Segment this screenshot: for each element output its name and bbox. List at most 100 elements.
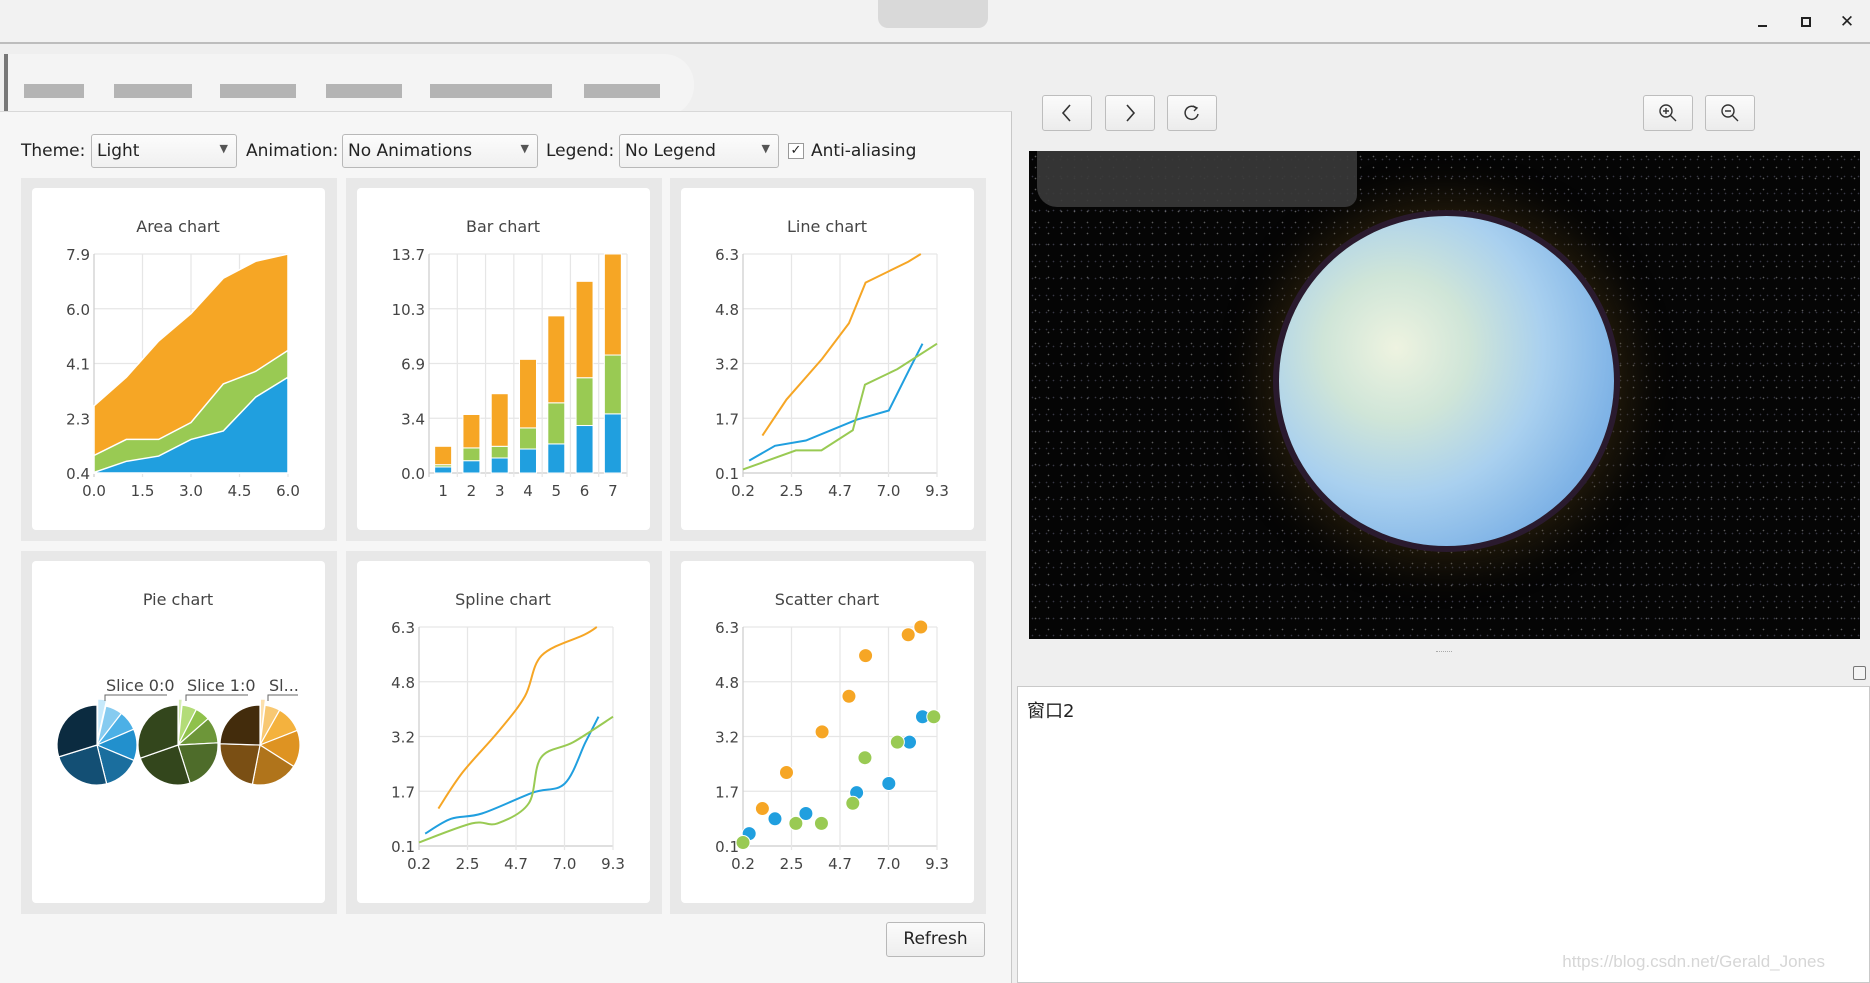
scatter-point[interactable] xyxy=(857,750,873,766)
chart-cell: Pie chart Slice 0:0 Slice 1:0 Sl... xyxy=(21,551,337,914)
x-tick-label: 6.0 xyxy=(276,482,300,500)
reload-button[interactable] xyxy=(1167,95,1217,131)
x-tick-label: 4 xyxy=(523,482,533,500)
y-tick-label: 3.4 xyxy=(401,410,425,428)
y-tick-label: 6.0 xyxy=(66,301,90,319)
legend-combobox[interactable]: No Legend ▼ xyxy=(619,134,779,168)
spline-chart-card: Spline chart 0.1 1.7 3.2 4.8 6.3 0.2 2.5 4.7 7.0 9… xyxy=(357,561,650,903)
scatter-point[interactable] xyxy=(913,619,929,635)
bar-segment[interactable] xyxy=(575,377,594,427)
scatter-point[interactable] xyxy=(881,775,897,791)
animation-value: No Animations xyxy=(348,141,473,161)
text-content: 窗口2 xyxy=(1027,701,1075,722)
zoom-in-button[interactable] xyxy=(1643,95,1693,131)
bar-segment[interactable] xyxy=(603,354,622,415)
spline-series[interactable] xyxy=(437,626,598,810)
maximize-icon[interactable] xyxy=(1794,10,1818,34)
zoom-out-button[interactable] xyxy=(1705,95,1755,131)
chevron-left-icon xyxy=(1061,104,1071,122)
y-tick-label: 10.3 xyxy=(392,301,425,319)
bar-segment[interactable] xyxy=(519,448,537,474)
scatter-point[interactable] xyxy=(814,724,830,740)
legend-value: No Legend xyxy=(625,141,716,161)
scatter-point[interactable] xyxy=(735,834,751,850)
splitter-handle[interactable] xyxy=(1436,651,1452,653)
bar-segment[interactable] xyxy=(490,393,509,447)
line-chart: Line chart 0.1 1.7 3.2 4.8 6.3 0.2 2.5 4.7 7.0 9.3 xyxy=(715,217,949,500)
dropdown-arrow-icon: ▼ xyxy=(520,142,529,155)
y-tick-label: 2.3 xyxy=(66,410,90,428)
pie-slice[interactable] xyxy=(219,704,261,746)
x-tick-label: 7.0 xyxy=(553,855,577,873)
y-tick-label: 6.9 xyxy=(401,356,425,374)
chart-title: Pie chart xyxy=(143,590,213,609)
x-tick-label: 0.2 xyxy=(407,855,431,873)
area-chart: Area chart 0.4 2.3 4.1 6.0 7.9 0.0 1.5 3.0 4.5 6.0 xyxy=(66,217,300,500)
scatter-point[interactable] xyxy=(767,811,783,827)
bar-segment[interactable] xyxy=(603,253,622,356)
bar-segment[interactable] xyxy=(547,315,566,404)
y-tick-label: 0.1 xyxy=(391,838,415,856)
text-area[interactable]: 窗口2 https://blog.csdn.net/Gerald_Jones xyxy=(1017,686,1870,983)
theme-combobox[interactable]: Light ▼ xyxy=(91,134,237,168)
scatter-point[interactable] xyxy=(889,734,905,750)
pie-slice[interactable] xyxy=(219,743,261,785)
minimize-icon[interactable] xyxy=(1751,10,1775,34)
close-icon[interactable]: ✕ xyxy=(1835,10,1859,34)
animation-combobox[interactable]: No Animations ▼ xyxy=(342,134,538,168)
slice-label: Slice 0:0 xyxy=(106,676,175,695)
x-tick-label: 4.5 xyxy=(228,482,252,500)
bar-segment[interactable] xyxy=(603,413,622,474)
x-tick-label: 4.7 xyxy=(828,482,852,500)
bar-segment[interactable] xyxy=(519,427,537,450)
scatter-point[interactable] xyxy=(778,765,794,781)
x-tick-label: 6 xyxy=(580,482,590,500)
bar-chart: Bar chart 0.0 3.4 6.9 10.3 13.7 1 2 3 4 5 6 7 xyxy=(392,217,628,500)
x-tick-label: 1 xyxy=(438,482,448,500)
line-series[interactable] xyxy=(761,253,922,437)
bar-segment[interactable] xyxy=(547,402,566,445)
scatter-point[interactable] xyxy=(900,627,916,643)
forward-button[interactable] xyxy=(1105,95,1155,131)
back-button[interactable] xyxy=(1042,95,1092,131)
bar-segment[interactable] xyxy=(434,445,453,466)
pie xyxy=(137,698,219,786)
bar-segment[interactable] xyxy=(547,443,566,474)
bar-segment[interactable] xyxy=(462,460,481,474)
bar-segment[interactable] xyxy=(519,358,537,429)
x-tick-label: 3.0 xyxy=(179,482,203,500)
chart-title: Scatter chart xyxy=(775,590,879,609)
scatter-point[interactable] xyxy=(845,795,861,811)
y-tick-label: 0.1 xyxy=(715,465,739,483)
checkmark-icon: ✓ xyxy=(790,143,802,158)
scatter-point[interactable] xyxy=(754,801,770,817)
bar-segment[interactable] xyxy=(490,445,509,459)
image-viewer[interactable] xyxy=(1029,151,1860,639)
scatter-point[interactable] xyxy=(926,709,942,725)
bar-segment[interactable] xyxy=(462,413,481,449)
scatter-point[interactable] xyxy=(858,648,874,664)
bar-segment[interactable] xyxy=(490,457,509,474)
zoom-out-icon xyxy=(1721,104,1739,122)
bar-segment[interactable] xyxy=(462,447,481,462)
bar-segment[interactable] xyxy=(575,280,594,379)
bar-segment[interactable] xyxy=(434,466,453,474)
bar-chart-card: Bar chart 0.0 3.4 6.9 10.3 13.7 1 2 3 4 5 6 7 xyxy=(357,188,650,530)
scatter-point[interactable] xyxy=(788,815,804,831)
refresh-button[interactable]: Refresh xyxy=(886,922,985,957)
chart-cell: Line chart 0.1 1.7 3.2 4.8 6.3 0.2 2.5 4.7 7.0 9.3 xyxy=(670,178,986,541)
y-tick-label: 0.4 xyxy=(66,465,90,483)
line-series[interactable] xyxy=(748,343,924,462)
x-tick-label: 2.5 xyxy=(780,855,804,873)
scatter-point[interactable] xyxy=(813,815,829,831)
legend-label: Legend: xyxy=(546,141,615,161)
float-window-icon[interactable] xyxy=(1853,666,1866,680)
antialiasing-label[interactable]: Anti-aliasing xyxy=(811,141,916,161)
antialiasing-checkbox[interactable]: ✓ xyxy=(788,143,804,159)
watermark: https://blog.csdn.net/Gerald_Jones xyxy=(1562,952,1825,971)
y-tick-label: 0.1 xyxy=(715,838,739,856)
scatter-point[interactable] xyxy=(841,688,857,704)
y-tick-label: 4.8 xyxy=(715,674,739,692)
bar-segment[interactable] xyxy=(575,425,594,474)
y-tick-label: 4.1 xyxy=(66,356,90,374)
